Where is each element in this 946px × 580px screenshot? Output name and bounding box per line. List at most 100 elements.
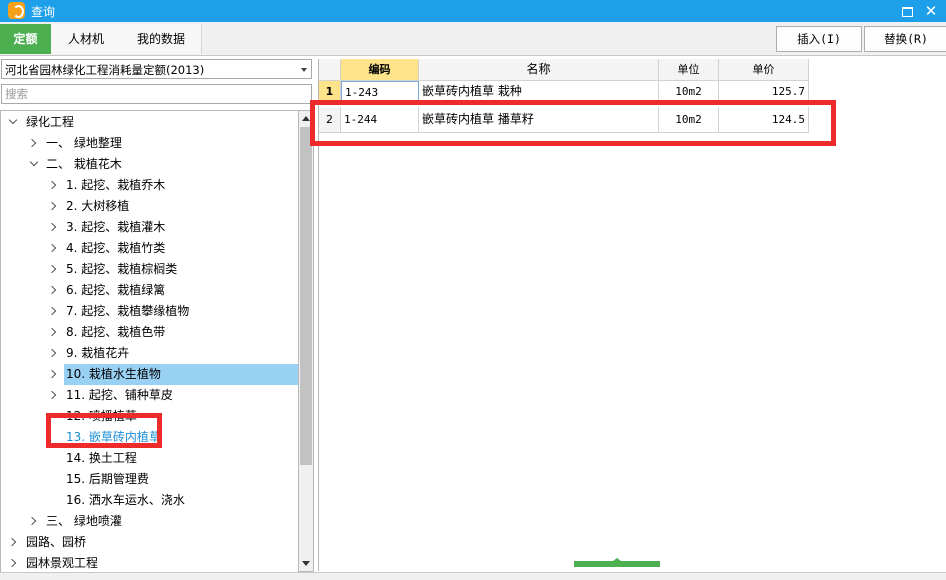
tree-node[interactable]: 园林景观工程 (1, 553, 299, 573)
tree-node[interactable]: 14. 换土工程 (1, 448, 299, 469)
row-index: 2 (319, 107, 341, 133)
tree-node-label: 园路、园桥 (26, 535, 87, 549)
chevron-right-icon[interactable] (47, 369, 57, 379)
restore-icon[interactable] (898, 2, 916, 20)
name-cell[interactable]: 嵌草砖内植草 播草籽 (419, 107, 659, 133)
tree-node[interactable]: 3. 起挖、栽植灌木 (1, 217, 299, 238)
tree-node-label: 6. 起挖、栽植绿篱 (66, 283, 166, 297)
tree-node-label: 8. 起挖、栽植色带 (66, 325, 166, 339)
chevron-right-icon[interactable] (47, 222, 57, 232)
scroll-up-icon[interactable] (302, 116, 310, 121)
tab-quota[interactable]: 定额 (0, 24, 52, 54)
price-cell[interactable]: 124.5 (719, 107, 809, 133)
tree-node[interactable]: 绿化工程 (1, 112, 299, 133)
code-cell[interactable]: 1-243 (341, 81, 419, 103)
tree-node-label: 10. 栽植水生植物 (66, 367, 161, 381)
tree-node[interactable]: 15. 后期管理费 (1, 469, 299, 490)
insert-button[interactable]: 插入(I) (776, 26, 862, 52)
tab-materials[interactable]: 人材机 (51, 24, 122, 54)
tree-node[interactable]: 4. 起挖、栽植竹类 (1, 238, 299, 259)
quota-book-value: 河北省园林绿化工程消耗量定额(2013) (5, 63, 205, 77)
chevron-right-icon[interactable] (47, 180, 57, 190)
tree-node-label: 1. 起挖、栽植乔木 (66, 178, 166, 192)
tree-node-label: 7. 起挖、栽植攀缘植物 (66, 304, 190, 318)
tree-node[interactable]: 一、 绿地整理 (1, 133, 299, 154)
tree-node[interactable]: 二、 栽植花木 (1, 154, 299, 175)
chevron-right-icon[interactable] (27, 516, 37, 526)
chevron-right-icon[interactable] (47, 285, 57, 295)
chevron-right-icon[interactable] (47, 243, 57, 253)
tree-node[interactable]: 8. 起挖、栽植色带 (1, 322, 299, 343)
tree-node-label: 二、 栽植花木 (46, 157, 122, 171)
app-logo-icon (8, 2, 25, 19)
chevron-right-icon[interactable] (47, 390, 57, 400)
results-grid: 编码 名称 单位 单价 1 1-243 嵌草砖内植草 栽种 10m2 125.7… (318, 59, 946, 571)
table-row[interactable]: 2 1-244 嵌草砖内植草 播草籽 10m2 124.5 (319, 107, 809, 133)
unit-cell[interactable]: 10m2 (659, 81, 719, 103)
chevron-right-icon[interactable] (47, 327, 57, 337)
tree-node-label: 一、 绿地整理 (46, 136, 122, 150)
scrollbar-thumb[interactable] (300, 127, 312, 465)
chevron-right-icon[interactable] (47, 201, 57, 211)
chevron-right-icon[interactable] (47, 348, 57, 358)
row-index: 1 (319, 81, 341, 103)
tree-node-label: 3. 起挖、栽植灌木 (66, 220, 166, 234)
quota-book-select[interactable]: 河北省园林绿化工程消耗量定额(2013) (1, 59, 312, 79)
chevron-right-icon[interactable] (7, 537, 17, 547)
tree-node[interactable]: 三、 绿地喷灌 (1, 511, 299, 532)
tree-node[interactable]: 园路、园桥 (1, 532, 299, 553)
tree-node[interactable]: 5. 起挖、栽植棕榈类 (1, 259, 299, 280)
panel-resize-handle[interactable] (574, 558, 660, 567)
tree-node[interactable]: 16. 洒水车运水、浇水 (1, 490, 299, 511)
unit-cell[interactable]: 10m2 (659, 107, 719, 133)
scroll-down-icon[interactable] (302, 561, 310, 566)
tree-node[interactable]: 10. 栽植水生植物 (1, 364, 299, 385)
window-title: 查询 (31, 5, 56, 19)
tree-node[interactable]: 11. 起挖、铺种草皮 (1, 385, 299, 406)
tree-node-label: 13. 嵌草砖内植草 (66, 430, 161, 444)
replace-button[interactable]: 替换(R) (864, 26, 946, 52)
tree-node-label: 14. 换土工程 (66, 451, 137, 465)
tree-node-label: 16. 洒水车运水、浇水 (66, 493, 185, 507)
corner-cell (319, 59, 341, 81)
tab-bar: 定额 人材机 我的数据 插入(I) 替换(R) (0, 22, 946, 56)
name-cell[interactable]: 嵌草砖内植草 栽种 (419, 81, 659, 103)
table-header: 编码 名称 单位 单价 (319, 59, 809, 81)
column-header-unit[interactable]: 单位 (659, 59, 719, 81)
close-icon[interactable]: ✕ (922, 2, 940, 20)
chevron-down-icon[interactable] (8, 115, 18, 125)
tree-node-label: 园林景观工程 (26, 556, 99, 570)
tree-node-label: 11. 起挖、铺种草皮 (66, 388, 173, 402)
tree-node-label: 9. 栽植花卉 (66, 346, 130, 360)
chevron-right-icon[interactable] (47, 306, 57, 316)
tree-node[interactable]: 12. 喷播植草 (1, 406, 299, 427)
tree-scrollbar[interactable] (298, 110, 314, 572)
column-header-name[interactable]: 名称 (419, 59, 659, 81)
tree-node[interactable]: 1. 起挖、栽植乔木 (1, 175, 299, 196)
column-header-code[interactable]: 编码 (341, 59, 419, 81)
tree-node[interactable]: 13. 嵌草砖内植草 (1, 427, 299, 448)
quota-tree: 绿化工程 一、 绿地整理 二、 栽植花木 1. 起挖、栽植乔木 2. 大树移植 … (0, 110, 299, 574)
tree-node[interactable]: 7. 起挖、栽植攀缘植物 (1, 301, 299, 322)
column-header-price[interactable]: 单价 (719, 59, 809, 81)
tree-node[interactable]: 6. 起挖、栽植绿篱 (1, 280, 299, 301)
table-row[interactable]: 1 1-243 嵌草砖内植草 栽种 10m2 125.7 (319, 81, 809, 103)
chevron-down-icon[interactable] (29, 157, 39, 167)
tree-node-label: 4. 起挖、栽植竹类 (66, 241, 166, 255)
chevron-right-icon[interactable] (7, 558, 17, 568)
price-cell[interactable]: 125.7 (719, 81, 809, 103)
title-bar: 查询 ✕ (0, 0, 946, 22)
tree-node[interactable]: 9. 栽植花卉 (1, 343, 299, 364)
tree-node-label: 2. 大树移植 (66, 199, 130, 213)
tree-node-label: 12. 喷播植草 (66, 409, 137, 423)
tree-node-label: 三、 绿地喷灌 (46, 514, 122, 528)
chevron-down-icon[interactable] (301, 68, 307, 72)
tab-my-data[interactable]: 我的数据 (121, 24, 202, 54)
code-cell[interactable]: 1-244 (341, 107, 419, 133)
chevron-right-icon[interactable] (47, 264, 57, 274)
search-input[interactable]: 搜索 (1, 84, 312, 104)
tree-node-label: 15. 后期管理费 (66, 472, 149, 486)
chevron-right-icon[interactable] (27, 138, 37, 148)
left-panel: 河北省园林绿化工程消耗量定额(2013) 搜索 绿化工程 一、 绿地整理 二、 … (0, 57, 314, 574)
tree-node[interactable]: 2. 大树移植 (1, 196, 299, 217)
